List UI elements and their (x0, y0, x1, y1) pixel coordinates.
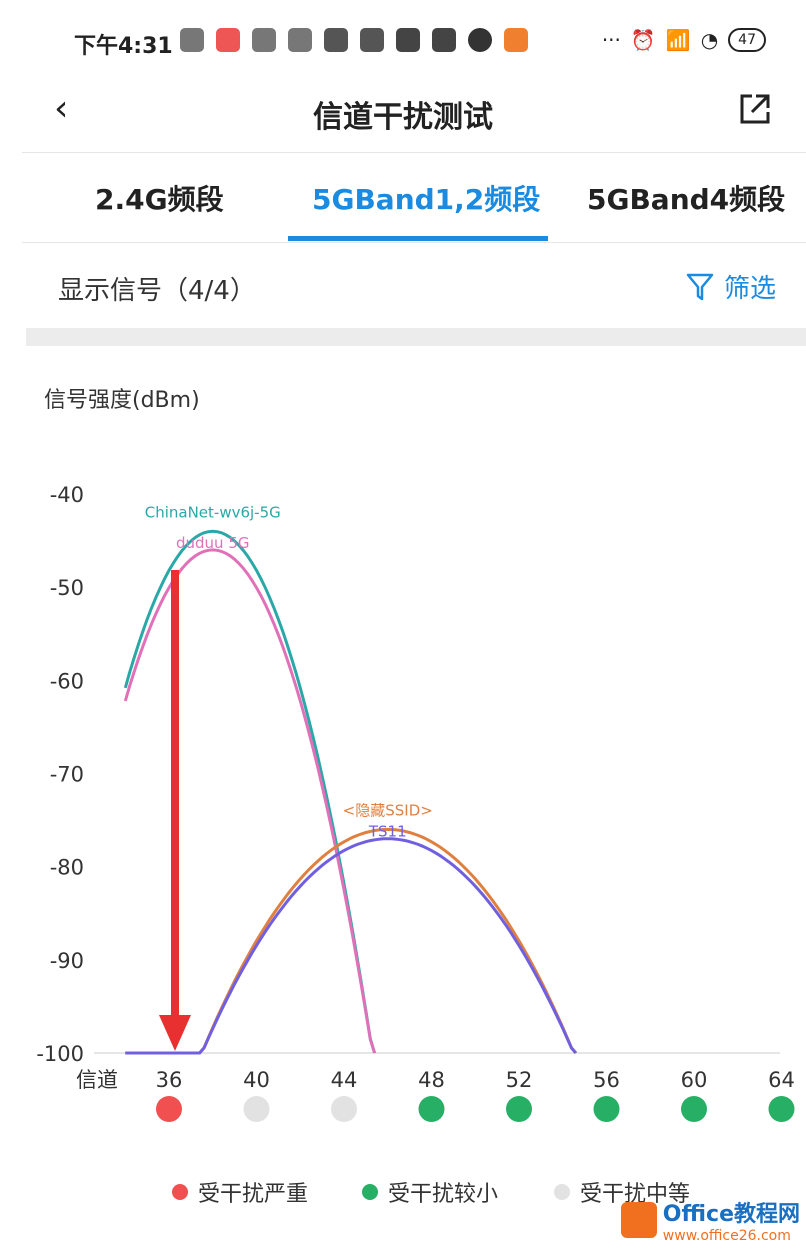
app-notification-icon (216, 28, 240, 52)
channel-status-dot (418, 1096, 445, 1122)
app-notification-icon (180, 28, 204, 52)
legend-label: 受干扰严重 (198, 1182, 309, 1207)
legend-dot (172, 1184, 188, 1200)
y-tick-label: -70 (50, 763, 84, 787)
battery-indicator: 47 (728, 28, 766, 52)
divider (22, 242, 806, 243)
x-tick-label: 48 (418, 1068, 445, 1092)
watermark-text: Office教程网 (662, 1202, 800, 1227)
app-notification-icon (324, 28, 348, 52)
filter-button[interactable]: 筛选 (686, 268, 776, 305)
channel-status-dot (331, 1096, 357, 1122)
chart-svg: -40 -50 -60 -70 -80 -90 -100信道 36 40 44 48 52 56 60 64… (36, 483, 795, 1122)
filter-icon (686, 273, 714, 300)
x-tick-label: 40 (243, 1068, 270, 1092)
notification-icons (180, 28, 528, 52)
x-tick-label: 44 (331, 1068, 358, 1092)
channel-status-dot (681, 1096, 707, 1122)
legend-item-severe: 受干扰严重 (172, 1176, 308, 1208)
signal-curve-label: <隐藏SSID> (343, 801, 433, 819)
app-notification-icon (504, 28, 528, 52)
status-time: 下午4:31 (74, 34, 173, 59)
app-notification-icon (252, 28, 276, 52)
signal-count-label: 显示信号（4/4） (58, 276, 256, 306)
y-tick-label: -60 (50, 669, 84, 693)
interference-chart: 信号强度(dBm) -40 -50 -60 -70 -80 -90 -100 信道 36 40 44… (0, 360, 806, 1130)
signal-curve (125, 837, 578, 1055)
signal-curve-label: TS11 (368, 823, 407, 841)
y-axis-label: 信号强度(dBm) (44, 388, 200, 413)
channel-status-dot (243, 1096, 270, 1122)
channel-status-dot (156, 1096, 182, 1122)
wifi-icon: ◔ (700, 28, 719, 52)
signal-toolbar: 显示信号（4/4） 筛选 (0, 250, 806, 326)
channel-status-dot (768, 1096, 795, 1122)
share-icon[interactable] (738, 92, 772, 126)
signal-curve-label: duduu 5G (176, 534, 250, 552)
filter-label: 筛选 (723, 274, 776, 304)
x-tick-label: 52 (506, 1068, 533, 1092)
y-tick-label: -90 (50, 949, 84, 973)
signal-curve (123, 548, 377, 1054)
app-bar: ‹ 信道干扰测试 (0, 78, 806, 148)
page-title: 信道干扰测试 (313, 100, 493, 135)
signal-curve-label: ChinaNet-wv6j-5G (145, 503, 281, 521)
status-bar: 下午4:31 ··· ⏰ 📶 ◔ 47 (0, 18, 806, 68)
annotation-arrow-head (159, 1015, 191, 1051)
y-tick-label: -80 (50, 856, 84, 880)
watermark: Office教程网 www.office26.com (620, 1196, 800, 1244)
y-tick-label: -100 (36, 1042, 84, 1066)
alarm-icon: ⏰ (630, 28, 656, 52)
signal-curve (125, 827, 578, 1055)
tab-2-4g[interactable]: 2.4G频段 (95, 178, 224, 218)
app-notification-icon (288, 28, 312, 52)
x-tick-label: 64 (768, 1068, 795, 1092)
office-logo-icon (620, 1202, 657, 1238)
y-tick-label: -50 (50, 576, 84, 600)
app-notification-icon (396, 28, 420, 52)
system-status: ··· ⏰ 📶 ◔ 47 (602, 28, 766, 52)
channel-status-dot (593, 1096, 620, 1122)
check-icon (468, 28, 492, 52)
legend-dot (554, 1184, 570, 1200)
annotation-arrow-shaft (171, 570, 179, 1015)
app-notification-icon (432, 28, 456, 52)
signal-curve (123, 529, 377, 1054)
channel-status-dot (506, 1096, 532, 1122)
x-axis-label: 信道 (76, 1068, 118, 1092)
divider (22, 152, 806, 153)
x-tick-label: 36 (156, 1068, 183, 1092)
x-tick-label: 60 (681, 1068, 708, 1092)
legend-dot (362, 1184, 378, 1200)
legend-item-minor: 受干扰较小 (362, 1176, 498, 1208)
active-tab-indicator (288, 236, 548, 241)
signal-icon: 📶 (665, 28, 691, 52)
x-tick-label: 56 (593, 1068, 620, 1092)
legend-label: 受干扰较小 (388, 1182, 499, 1207)
band-tabs: 2.4G频段 5GBand1,2频段 5GBand4频段 (0, 160, 806, 242)
tab-5g-band12[interactable]: 5GBand1,2频段 (312, 178, 540, 218)
section-separator (26, 328, 806, 346)
more-icon: ··· (601, 28, 621, 52)
tab-5g-band4[interactable]: 5GBand4频段 (587, 178, 785, 218)
app-notification-icon (360, 28, 384, 52)
y-tick-label: -40 (50, 483, 84, 507)
watermark-sub: www.office26.com (662, 1228, 791, 1244)
